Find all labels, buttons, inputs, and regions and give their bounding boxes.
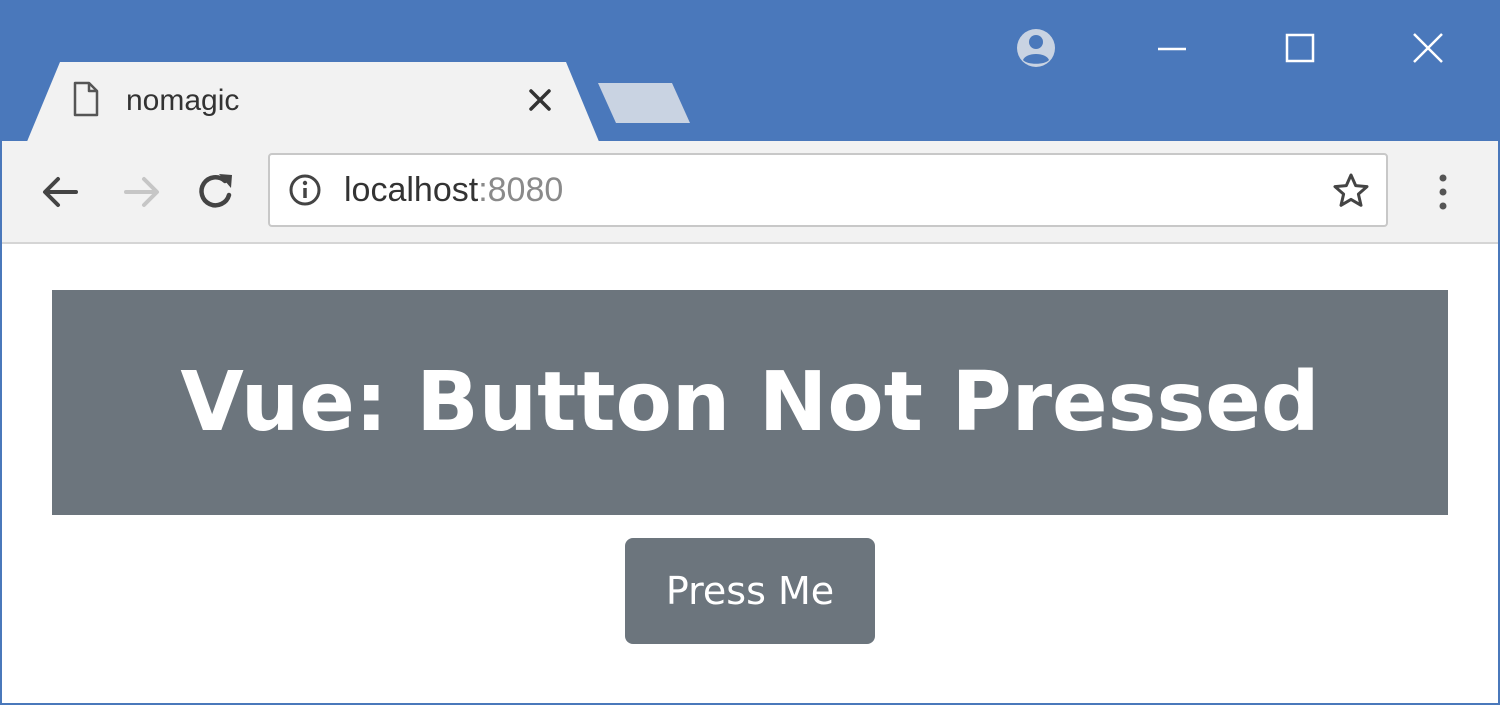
kebab-menu-icon[interactable] (1428, 170, 1458, 214)
info-icon[interactable] (288, 173, 322, 207)
document-icon (73, 81, 99, 117)
maximize-icon[interactable] (1270, 22, 1330, 74)
minimize-icon[interactable] (1142, 22, 1202, 74)
browser-window: nomagic localhost:8080 Vue: Button Not P… (0, 0, 1500, 705)
back-icon[interactable] (36, 168, 84, 216)
url-port: :8080 (478, 171, 564, 209)
tab-close-icon[interactable] (524, 84, 556, 116)
tab-title: nomagic (126, 84, 240, 117)
press-me-button[interactable]: Press Me (625, 538, 875, 644)
status-banner: Vue: Button Not Pressed (52, 290, 1448, 515)
star-icon[interactable] (1332, 172, 1370, 210)
reload-icon[interactable] (192, 167, 240, 215)
forward-icon[interactable] (118, 168, 166, 216)
title-bar: nomagic (2, 2, 1498, 144)
banner-heading: Vue: Button Not Pressed (180, 355, 1320, 450)
profile-icon[interactable] (1006, 22, 1066, 74)
new-tab-button[interactable] (598, 83, 690, 123)
url-text[interactable]: localhost:8080 (344, 170, 563, 210)
url-host: localhost (344, 171, 479, 209)
browser-tab[interactable] (26, 62, 600, 144)
close-icon[interactable] (1398, 22, 1458, 74)
